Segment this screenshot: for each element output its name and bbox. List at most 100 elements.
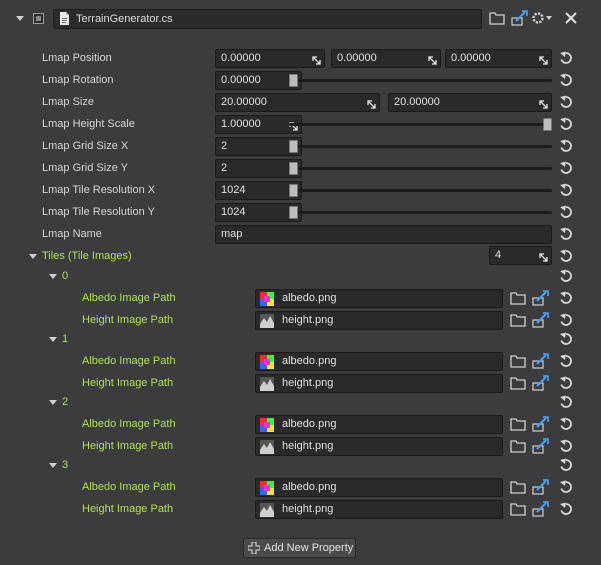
revert-icon[interactable] (559, 95, 573, 109)
pick-icon[interactable] (532, 311, 550, 328)
pick-icon[interactable] (532, 500, 550, 517)
property-value-field[interactable]: 0.00000 (331, 49, 441, 68)
property-value-field[interactable]: 0.00000 (445, 49, 552, 68)
image-path-text: albedo.png (282, 355, 337, 367)
slider-thumb[interactable] (289, 206, 298, 219)
slider-track[interactable] (289, 123, 552, 126)
folder-icon[interactable] (489, 11, 505, 25)
property-value-field[interactable]: 20.00000 (388, 93, 552, 112)
revert-icon[interactable] (559, 439, 573, 453)
revert-icon[interactable] (559, 117, 573, 131)
collapse-component-icon[interactable] (16, 16, 24, 21)
property-label: Lmap Position (42, 52, 112, 64)
albedo-thumbnail-icon (260, 418, 274, 433)
collapse-tile-icon[interactable] (49, 463, 57, 468)
pick-icon[interactable] (511, 9, 529, 26)
folder-icon[interactable] (510, 354, 526, 368)
pick-icon[interactable] (532, 289, 550, 306)
albedo-image-path-field[interactable]: albedo.png (255, 478, 503, 497)
revert-icon[interactable] (559, 502, 573, 516)
folder-icon[interactable] (510, 417, 526, 431)
revert-icon[interactable] (559, 376, 573, 390)
height-image-path-label: Height Image Path (82, 503, 174, 515)
property-value-field[interactable]: 0.00000 (215, 49, 325, 68)
albedo-image-path-field[interactable]: albedo.png (255, 352, 503, 371)
add-new-property-label: Add New Property (264, 542, 354, 554)
property-value-text: 1.00000 (221, 118, 261, 130)
height-image-path-field[interactable]: height.png (255, 500, 503, 519)
revert-icon[interactable] (559, 51, 573, 65)
collapse-tiles-icon[interactable] (29, 254, 37, 259)
revert-icon[interactable] (559, 313, 573, 327)
revert-icon[interactable] (559, 73, 573, 87)
folder-icon[interactable] (510, 439, 526, 453)
revert-icon[interactable] (559, 480, 573, 494)
albedo-thumbnail-icon (260, 292, 274, 307)
drag-arrows-icon[interactable] (539, 98, 548, 109)
albedo-image-path-label: Albedo Image Path (82, 481, 176, 493)
property-label: Lmap Grid Size Y (42, 162, 129, 174)
albedo-thumbnail-icon (260, 481, 274, 496)
drag-arrows-icon[interactable] (367, 98, 376, 109)
slider-thumb[interactable] (289, 184, 298, 197)
collapse-tile-icon[interactable] (49, 400, 57, 405)
collapse-tile-icon[interactable] (49, 337, 57, 342)
drag-arrows-icon[interactable] (539, 251, 548, 262)
height-image-path-field[interactable]: height.png (255, 311, 503, 330)
drag-arrows-icon[interactable] (539, 54, 548, 65)
folder-icon[interactable] (510, 291, 526, 305)
revert-icon[interactable] (559, 227, 573, 241)
revert-icon[interactable] (559, 139, 573, 153)
property-value-field[interactable]: 20.00000 (215, 93, 380, 112)
tile-index-label: 0 (62, 270, 69, 282)
revert-icon[interactable] (559, 354, 573, 368)
pick-icon[interactable] (532, 478, 550, 495)
revert-icon[interactable] (559, 249, 573, 263)
folder-icon[interactable] (510, 313, 526, 327)
pick-icon[interactable] (532, 352, 550, 369)
tiles-count-field[interactable]: 4 (489, 246, 552, 265)
slider-thumb[interactable] (289, 140, 298, 153)
height-thumbnail-icon (260, 440, 274, 455)
slider-track[interactable] (289, 167, 552, 170)
add-new-property-button[interactable]: Add New Property (243, 538, 356, 558)
revert-icon[interactable] (559, 161, 573, 175)
gear-icon[interactable] (531, 10, 555, 26)
folder-icon[interactable] (510, 480, 526, 494)
revert-icon[interactable] (559, 205, 573, 219)
height-image-path-field[interactable]: height.png (255, 374, 503, 393)
script-file-icon (60, 12, 69, 25)
folder-icon[interactable] (510, 376, 526, 390)
height-image-path-label: Height Image Path (82, 314, 174, 326)
folder-icon[interactable] (510, 502, 526, 516)
drag-arrows-icon[interactable] (428, 54, 437, 65)
revert-icon[interactable] (559, 183, 573, 197)
revert-icon[interactable] (559, 417, 573, 431)
slider-track[interactable] (289, 189, 552, 192)
tiles-count-text: 4 (495, 249, 502, 261)
slider-thumb[interactable] (289, 162, 298, 175)
slider-track[interactable] (289, 211, 552, 214)
revert-icon[interactable] (559, 269, 573, 283)
collapse-tile-icon[interactable] (49, 274, 57, 279)
pick-icon[interactable] (532, 437, 550, 454)
slider-thumb[interactable] (543, 118, 552, 131)
property-value-field[interactable]: map (215, 225, 552, 244)
albedo-image-path-field[interactable]: albedo.png (255, 415, 503, 434)
revert-icon[interactable] (559, 332, 573, 346)
pick-icon[interactable] (532, 374, 550, 391)
revert-icon[interactable] (559, 458, 573, 472)
height-image-path-field[interactable]: height.png (255, 437, 503, 456)
slider-track[interactable] (289, 79, 552, 82)
pick-icon[interactable] (532, 415, 550, 432)
close-icon[interactable] (564, 11, 578, 25)
albedo-image-path-label: Albedo Image Path (82, 292, 176, 304)
slider-track[interactable] (289, 145, 552, 148)
albedo-image-path-field[interactable]: albedo.png (255, 289, 503, 308)
tiles-label: Tiles (Tile Images) (42, 250, 132, 262)
slider-thumb[interactable] (289, 74, 298, 87)
revert-icon[interactable] (559, 291, 573, 305)
drag-arrows-icon[interactable] (312, 54, 321, 65)
component-enabled-checkbox[interactable] (33, 13, 44, 24)
revert-icon[interactable] (559, 395, 573, 409)
